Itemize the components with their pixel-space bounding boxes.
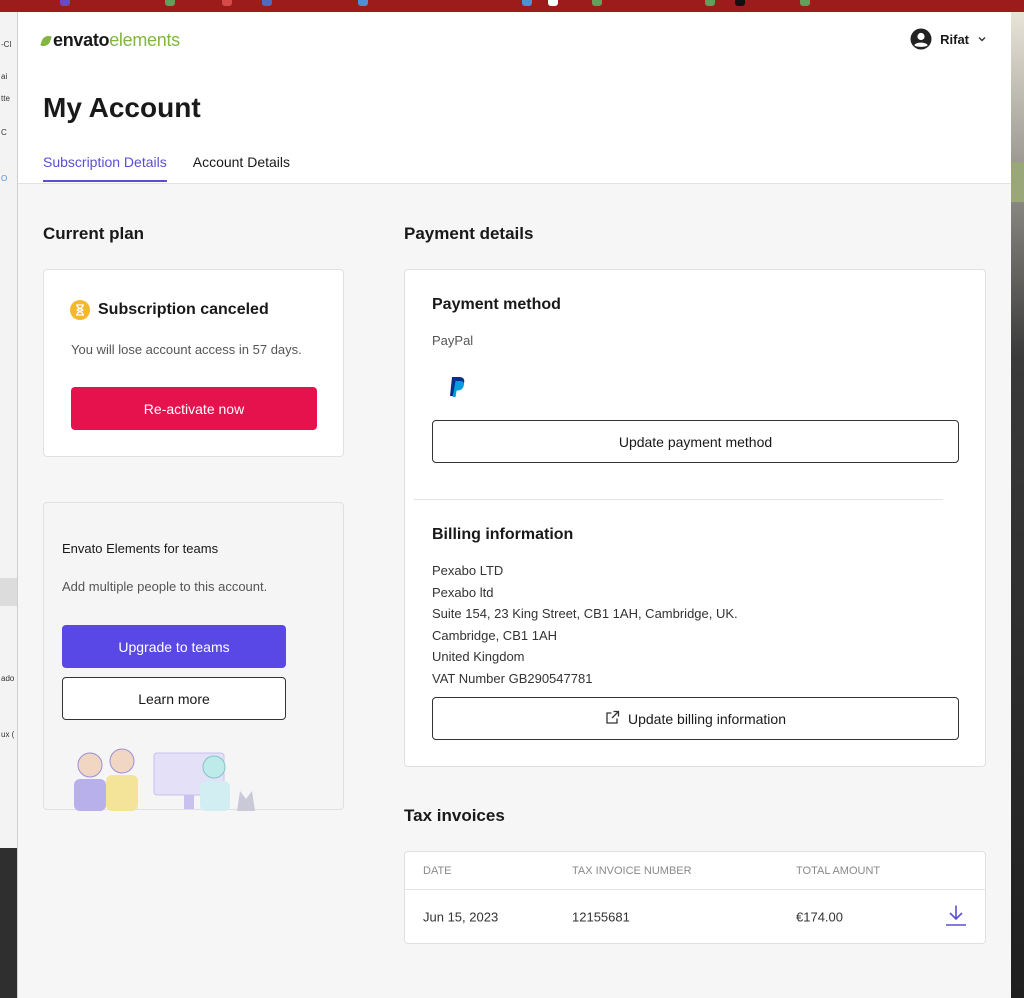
current-plan-heading: Current plan — [43, 224, 145, 243]
taskbar-icon — [705, 0, 715, 6]
leaf-icon — [40, 33, 52, 48]
taskbar-icon — [60, 0, 70, 6]
update-billing-information-button[interactable]: Update billing information — [432, 697, 959, 740]
subscription-status-row: Subscription canceled — [70, 300, 269, 320]
background-dark-region — [0, 848, 17, 998]
page-title: My Account — [43, 92, 201, 123]
tab-account-details[interactable]: Account Details — [193, 154, 290, 182]
billing-line: VAT Number GB290547781 — [432, 670, 593, 686]
paypal-icon — [449, 376, 467, 403]
table-header: DATE TAX INVOICE NUMBER TOTAL AMOUNT — [405, 852, 985, 890]
chevron-down-icon — [977, 34, 987, 44]
payment-divider — [414, 499, 943, 500]
account-tabs: Subscription Details Account Details — [43, 154, 290, 182]
background-window-edge: -Cl ai tte C O ado ux ( — [0, 12, 18, 998]
logo-secondary-text: elements — [109, 30, 180, 50]
learn-more-button[interactable]: Learn more — [62, 677, 286, 720]
user-avatar-icon — [910, 28, 932, 50]
column-header-invoice-number: TAX INVOICE NUMBER — [572, 864, 692, 877]
subscription-status-card: Subscription canceled You will lose acco… — [43, 269, 344, 457]
teams-promo-title: Envato Elements for teams — [62, 541, 219, 556]
taskbar-icon — [548, 0, 558, 6]
invoice-date: Jun 15, 2023 — [423, 909, 499, 925]
download-icon[interactable] — [945, 904, 967, 931]
user-name: Rifat — [940, 31, 969, 47]
reactivate-button[interactable]: Re-activate now — [71, 387, 317, 430]
billing-line: United Kingdom — [432, 649, 525, 664]
payment-details-card: Payment method PayPal Update payment met… — [404, 269, 986, 767]
billing-line: Cambridge, CB1 1AH — [432, 627, 557, 643]
site-header: envato elements Rifat — [18, 12, 1011, 68]
column-header-date: DATE — [423, 864, 452, 877]
account-page: envato elements Rifat My Account Subscri… — [18, 12, 1011, 998]
billing-line: Suite 154, 23 King Street, CB1 1AH, Camb… — [432, 606, 738, 621]
background-desktop-edge — [1011, 12, 1024, 998]
envato-elements-logo[interactable]: envato elements — [40, 30, 180, 51]
billing-information-heading: Billing information — [432, 526, 574, 543]
billing-line: Pexabo LTD — [432, 563, 504, 578]
background-desktop-patch — [1011, 162, 1024, 202]
upgrade-to-teams-button[interactable]: Upgrade to teams — [62, 625, 286, 668]
page-title-bar: My Account Subscription Details Account … — [18, 68, 1011, 184]
taskbar-icon — [800, 0, 810, 6]
taskbar-icon — [592, 0, 602, 6]
update-payment-method-button[interactable]: Update payment method — [432, 420, 959, 463]
background-text-fragment: C — [1, 128, 7, 137]
background-text-fragment: ux ( — [1, 730, 15, 739]
user-menu[interactable]: Rifat — [910, 28, 987, 50]
access-remaining-text: You will lose account access in 57 days. — [71, 342, 302, 357]
tax-invoices-heading: Tax invoices — [404, 806, 505, 825]
taskbar-icon — [222, 0, 232, 6]
column-header-total-amount: TOTAL AMOUNT — [796, 864, 881, 877]
logo-primary-text: envato — [53, 30, 110, 50]
taskbar-icon — [358, 0, 368, 6]
billing-line: Pexabo ltd — [432, 584, 494, 600]
background-text-fragment: ai — [1, 72, 8, 81]
taskbar-icon — [165, 0, 175, 6]
invoice-number: 12155681 — [572, 909, 630, 925]
payment-method-name: PayPal — [432, 333, 474, 348]
taskbar-icon — [735, 0, 745, 6]
tab-subscription-details[interactable]: Subscription Details — [43, 154, 167, 182]
background-text-fragment: -Cl — [1, 40, 12, 49]
taskbar-icon — [522, 0, 532, 6]
billing-address: Pexabo LTD Pexabo ltd Suite 154, 23 King… — [432, 560, 738, 689]
background-text-fragment: tte — [1, 94, 10, 103]
teams-promo-card: Envato Elements for teams Add multiple p… — [43, 502, 344, 811]
update-billing-label: Update billing information — [628, 710, 786, 727]
subscription-status-title: Subscription canceled — [98, 301, 269, 318]
invoice-amount: €174.00 — [796, 909, 843, 925]
taskbar-icon — [262, 0, 272, 6]
table-row: Jun 15, 2023 12155681 €174.00 — [405, 890, 985, 944]
teams-illustration — [62, 743, 262, 811]
teams-promo-text: Add multiple people to this account. — [62, 579, 268, 594]
background-text-fragment: O — [1, 174, 8, 183]
os-top-bar — [0, 0, 1024, 12]
external-link-icon — [605, 710, 620, 728]
background-text-fragment: ado — [1, 674, 15, 683]
tax-invoices-table: DATE TAX INVOICE NUMBER TOTAL AMOUNT Jun… — [404, 851, 986, 944]
payment-details-heading: Payment details — [404, 224, 534, 243]
hourglass-icon — [70, 300, 90, 320]
payment-method-heading: Payment method — [432, 296, 561, 313]
background-bar — [0, 578, 17, 606]
